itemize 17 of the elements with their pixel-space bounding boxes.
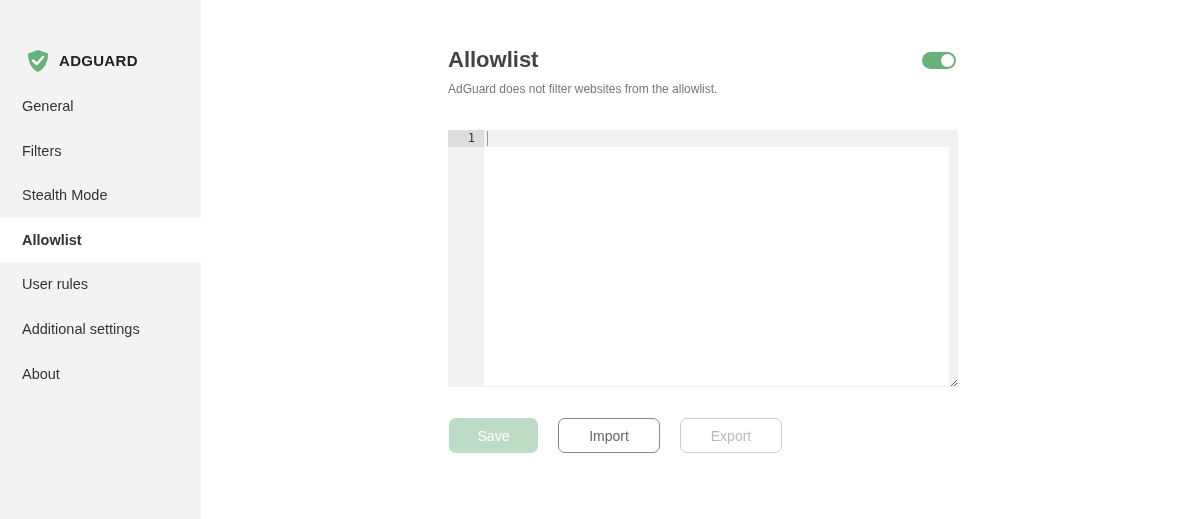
sidebar-item[interactable]: Additional settings (0, 306, 201, 352)
text-cursor (487, 131, 488, 146)
action-button[interactable]: Import (558, 418, 660, 453)
resize-handle-icon[interactable] (950, 379, 957, 386)
logo-text: ADGUARD (59, 52, 138, 69)
page-title: Allowlist (448, 47, 539, 73)
page-description: AdGuard does not filter websites from the allowlist. (448, 82, 719, 96)
sidebar-item[interactable]: Allowlist (0, 217, 201, 263)
code-editor[interactable]: 1 (448, 130, 958, 387)
sidebar-item[interactable]: About (0, 351, 201, 397)
sidebar-item[interactable]: Stealth Mode (0, 173, 201, 218)
toggle-switch[interactable] (922, 51, 956, 69)
sidebar-item[interactable]: Filters (0, 128, 201, 174)
line-number: 1 (448, 130, 484, 147)
sidebar-item[interactable]: General (0, 84, 201, 129)
sidebar-item[interactable]: User rules (0, 262, 201, 307)
shield-check-icon (26, 48, 50, 73)
